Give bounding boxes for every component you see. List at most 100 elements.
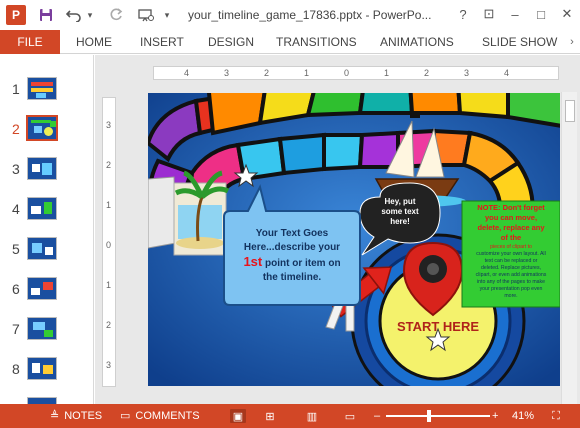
help-button[interactable]: ? [452, 4, 474, 24]
slideshow-icon[interactable] [136, 6, 156, 24]
vertical-scrollbar[interactable] [561, 92, 577, 404]
ruler-label: 2 [264, 68, 270, 78]
zoom-level[interactable]: 41% [512, 404, 534, 428]
undo-dropdown-icon[interactable]: ▾ [84, 6, 96, 24]
thumbnail-number: 3 [12, 161, 20, 177]
note-red-line: you can move, [484, 213, 538, 222]
ruler-label: 3 [106, 120, 112, 130]
callout-line-2: Here...describe your [243, 242, 341, 253]
ruler-label: 3 [106, 360, 112, 370]
note-small-line: your presentation pop even [479, 286, 543, 292]
tab-insert[interactable]: INSERT [140, 30, 184, 54]
reading-view-icon[interactable]: ▥ [304, 409, 320, 423]
ribbon-tabs: FILE HOME INSERT DESIGN TRANSITIONS ANIM… [0, 30, 580, 54]
zoom-slider-handle[interactable] [426, 410, 431, 422]
note-red-line: delete, replace any [477, 223, 545, 232]
thumbnail-item-6[interactable]: 6 [0, 275, 93, 309]
slide-sorter-icon[interactable]: ⊞ [262, 409, 278, 423]
restore-button[interactable]: □ [530, 4, 552, 24]
start-here-label[interactable]: START HERE [388, 319, 488, 334]
thumbnail-image[interactable] [27, 77, 57, 100]
fit-to-window-icon[interactable]: ⛶ [548, 409, 564, 423]
note-text[interactable]: NOTE: Don't forget you can move, delete,… [463, 203, 559, 300]
callout-line-1: Your Text Goes [255, 228, 329, 239]
thumbnail-item-2[interactable]: 2 [0, 115, 93, 149]
document-title: your_timeline_game_17836.pptx - PowerPo.… [188, 8, 432, 22]
note-small-line: customize your own layout. All [476, 251, 546, 257]
note-small-line: more. [504, 293, 518, 299]
thumbnail-image[interactable] [27, 317, 57, 340]
thumbnail-item-3[interactable]: 3 [0, 155, 93, 189]
ruler-label: 2 [106, 160, 112, 170]
zoom-out-button[interactable]: – [374, 404, 380, 428]
powerpoint-app-icon[interactable]: P [6, 5, 26, 25]
tab-transitions[interactable]: TRANSITIONS [276, 30, 357, 54]
close-button[interactable]: ✕ [556, 4, 578, 24]
slideshow-view-icon[interactable]: ▭ [342, 409, 358, 423]
ribbon-display-options-icon[interactable]: ⊡ [478, 4, 500, 24]
horizontal-ruler: 4 3 2 1 0 1 2 3 4 [153, 66, 559, 80]
note-small-line: deleted. Replace pictures, [481, 265, 541, 271]
notes-button[interactable]: ≜ NOTES [50, 404, 102, 428]
note-small-line: text can be replaced or [484, 258, 538, 264]
thumbnail-number: 6 [12, 281, 20, 297]
thumbnail-item-7[interactable]: 7 [0, 315, 93, 349]
status-bar: ≜ NOTES ▭ COMMENTS ▣ ⊞ ▥ ▭ – + 41% ⛶ [0, 404, 580, 428]
tab-animations[interactable]: ANIMATIONS [380, 30, 454, 54]
thumbnail-item-9[interactable]: 9 [0, 395, 93, 404]
tab-slide-show[interactable]: SLIDE SHOW [482, 30, 557, 54]
notes-icon: ≜ [50, 410, 60, 422]
speech-line-3: here! [390, 217, 410, 226]
thumbnail-number: 5 [12, 241, 20, 257]
redo-icon[interactable] [106, 6, 126, 24]
comments-label: COMMENTS [135, 410, 200, 422]
thumbnail-image[interactable] [27, 197, 57, 220]
zoom-in-button[interactable]: + [492, 404, 498, 428]
callout-highlight: 1st [243, 254, 263, 269]
title-bar: P ▾ ▾ your_timeline_game_17836.pptx - Po… [0, 0, 580, 30]
scrollbar-thumb[interactable] [565, 100, 575, 122]
thumbnail-image[interactable] [27, 277, 57, 300]
zoom-slider-track[interactable] [386, 415, 490, 417]
speech-bubble-text[interactable]: Hey, put some text here! [362, 197, 438, 227]
thumbnail-item-4[interactable]: 4 [0, 195, 93, 229]
customize-toolbar-icon[interactable]: ▾ [160, 6, 174, 24]
thumbnail-image[interactable] [27, 397, 57, 404]
ruler-label: 4 [504, 68, 510, 78]
tab-file[interactable]: FILE [0, 30, 60, 54]
notes-label: NOTES [64, 410, 103, 422]
slide-thumbnails-pane: 1 2 3 4 5 6 7 8 [0, 55, 94, 404]
thumbnail-number: 1 [12, 81, 20, 97]
comments-button[interactable]: ▭ COMMENTS [120, 404, 200, 428]
thumbnail-number: 8 [12, 361, 20, 377]
note-small-line: pieces of clipart to [490, 244, 532, 250]
tab-home[interactable]: HOME [76, 30, 112, 54]
callout-line-3: 1st point or item on [228, 255, 356, 271]
ruler-label: 3 [224, 68, 230, 78]
note-small-line: clipart, or even add animations [475, 272, 547, 278]
ruler-label: 3 [464, 68, 470, 78]
thumbnail-image[interactable] [27, 157, 57, 180]
minimize-button[interactable]: – [504, 4, 526, 24]
undo-icon[interactable] [64, 6, 84, 24]
ruler-label: 2 [424, 68, 430, 78]
ruler-label: 2 [106, 320, 112, 330]
ruler-label: 1 [106, 280, 112, 290]
thumbnail-item-1[interactable]: 1 [0, 75, 93, 109]
slide-canvas[interactable]: Your Text Goes Here...describe your 1st … [148, 93, 560, 386]
ribbon-scroll-right-icon[interactable]: › [564, 30, 580, 54]
save-icon[interactable] [36, 6, 56, 24]
tab-design[interactable]: DESIGN [208, 30, 254, 54]
thumbnail-image-selected[interactable] [26, 115, 58, 141]
callout-text[interactable]: Your Text Goes Here...describe your 1st … [228, 227, 356, 285]
ruler-label: 1 [304, 68, 310, 78]
thumbnail-item-5[interactable]: 5 [0, 235, 93, 269]
thumbnail-item-8[interactable]: 8 [0, 355, 93, 389]
thumbnail-image[interactable] [27, 357, 57, 380]
normal-view-icon[interactable]: ▣ [230, 409, 246, 423]
callout-line-4: the timeline. [262, 272, 322, 283]
thumbnail-number: 2 [12, 121, 20, 137]
ruler-label: 4 [184, 68, 190, 78]
note-small-line: into any of the pages to make [476, 279, 546, 285]
thumbnail-image[interactable] [27, 237, 57, 260]
